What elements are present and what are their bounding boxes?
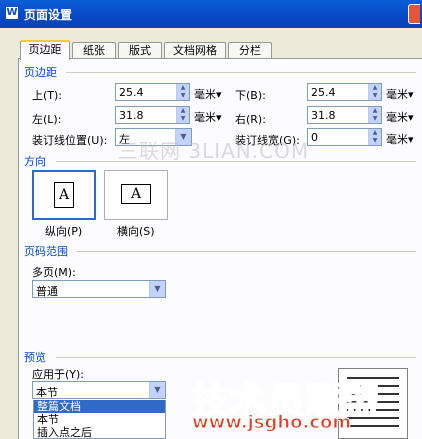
preview-group-label: 预览	[24, 351, 46, 364]
left-margin-label: 左(L):	[32, 113, 62, 126]
margins-group-label: 页边距	[24, 66, 57, 79]
window-title: 页面设置	[24, 8, 73, 22]
apply-to-label: 应用于(Y):	[32, 368, 85, 381]
spin-arrows-icon[interactable]: ▲ ▼	[368, 129, 381, 145]
portrait-option[interactable]: A	[32, 170, 96, 220]
list-item[interactable]: 整篇文档	[34, 400, 165, 413]
top-margin-value: 25.4	[119, 86, 144, 99]
gutter-width-value: 0	[311, 131, 318, 144]
bottom-margin-value: 25.4	[311, 86, 336, 99]
divider	[66, 72, 416, 73]
portrait-page-icon: A	[54, 182, 74, 208]
list-item[interactable]: 插入点之后	[34, 426, 165, 439]
spin-arrows-icon[interactable]: ▲ ▼	[176, 84, 189, 100]
left-margin-value: 31.8	[119, 109, 144, 122]
spin-arrows-icon[interactable]: ▲ ▼	[368, 84, 381, 100]
bottom-margin-label: 下(B):	[235, 89, 266, 102]
top-margin-label: 上(T):	[32, 89, 63, 102]
landscape-option[interactable]: A	[104, 170, 168, 220]
right-margin-value: 31.8	[311, 109, 336, 122]
tab-columns[interactable]: 分栏	[228, 42, 272, 59]
app-icon: W	[6, 7, 18, 19]
divider	[76, 251, 416, 252]
multiple-pages-value: 普通	[36, 285, 58, 298]
tab-margins[interactable]: 页边距	[20, 40, 70, 60]
spin-arrows-icon[interactable]: ▲ ▼	[368, 107, 381, 123]
apply-to-value: 本节	[36, 386, 58, 399]
page-range-group-label: 页码范围	[24, 245, 68, 258]
landscape-page-icon: A	[121, 184, 151, 204]
url-watermark: www.jsgho.com	[191, 412, 352, 434]
bottom-margin-spinner[interactable]: 25.4 ▲ ▼	[307, 83, 382, 101]
landscape-label: 横向(S)	[117, 225, 155, 238]
unit-dropdown[interactable]: 毫米▾	[194, 109, 222, 125]
right-margin-label: 右(R):	[235, 113, 266, 126]
close-button[interactable]	[408, 4, 420, 24]
multiple-pages-label: 多页(M):	[32, 266, 76, 279]
multiple-pages-select[interactable]: 普通 ▼	[32, 280, 166, 298]
unit-dropdown[interactable]: 毫米▾	[386, 109, 414, 125]
title-bar: W 页面设置	[0, 0, 422, 28]
left-margin-spinner[interactable]: 31.8 ▲ ▼	[115, 106, 190, 124]
unit-dropdown[interactable]: 毫米▾	[386, 86, 414, 102]
right-margin-spinner[interactable]: 31.8 ▲ ▼	[307, 106, 382, 124]
chevron-down-icon[interactable]: ▼	[149, 281, 165, 297]
tab-layout[interactable]: 版式	[118, 42, 162, 59]
unit-dropdown[interactable]: 毫米▾	[194, 86, 222, 102]
unit-dropdown[interactable]: 毫米▾	[386, 131, 414, 147]
divider	[56, 357, 416, 358]
spin-arrows-icon[interactable]: ▲ ▼	[176, 107, 189, 123]
top-margin-spinner[interactable]: 25.4 ▲ ▼	[115, 83, 190, 101]
orientation-group-label: 方向	[24, 155, 46, 168]
tab-paper[interactable]: 纸张	[72, 42, 116, 59]
list-item[interactable]: 本节	[34, 413, 165, 426]
apply-to-select[interactable]: 本节 ▼	[32, 381, 166, 399]
apply-to-dropdown-list: 整篇文档 本节 插入点之后	[33, 400, 166, 439]
site-watermark: 三联网 3LIAN.COM	[118, 139, 310, 163]
gutter-width-spinner[interactable]: 0 ▲ ▼	[307, 128, 382, 146]
portrait-label: 纵向(P)	[45, 225, 83, 238]
chevron-down-icon[interactable]: ▼	[149, 382, 165, 398]
tab-doc-grid[interactable]: 文档网格	[164, 42, 226, 59]
gutter-position-label: 装订线位置(U):	[32, 134, 108, 147]
